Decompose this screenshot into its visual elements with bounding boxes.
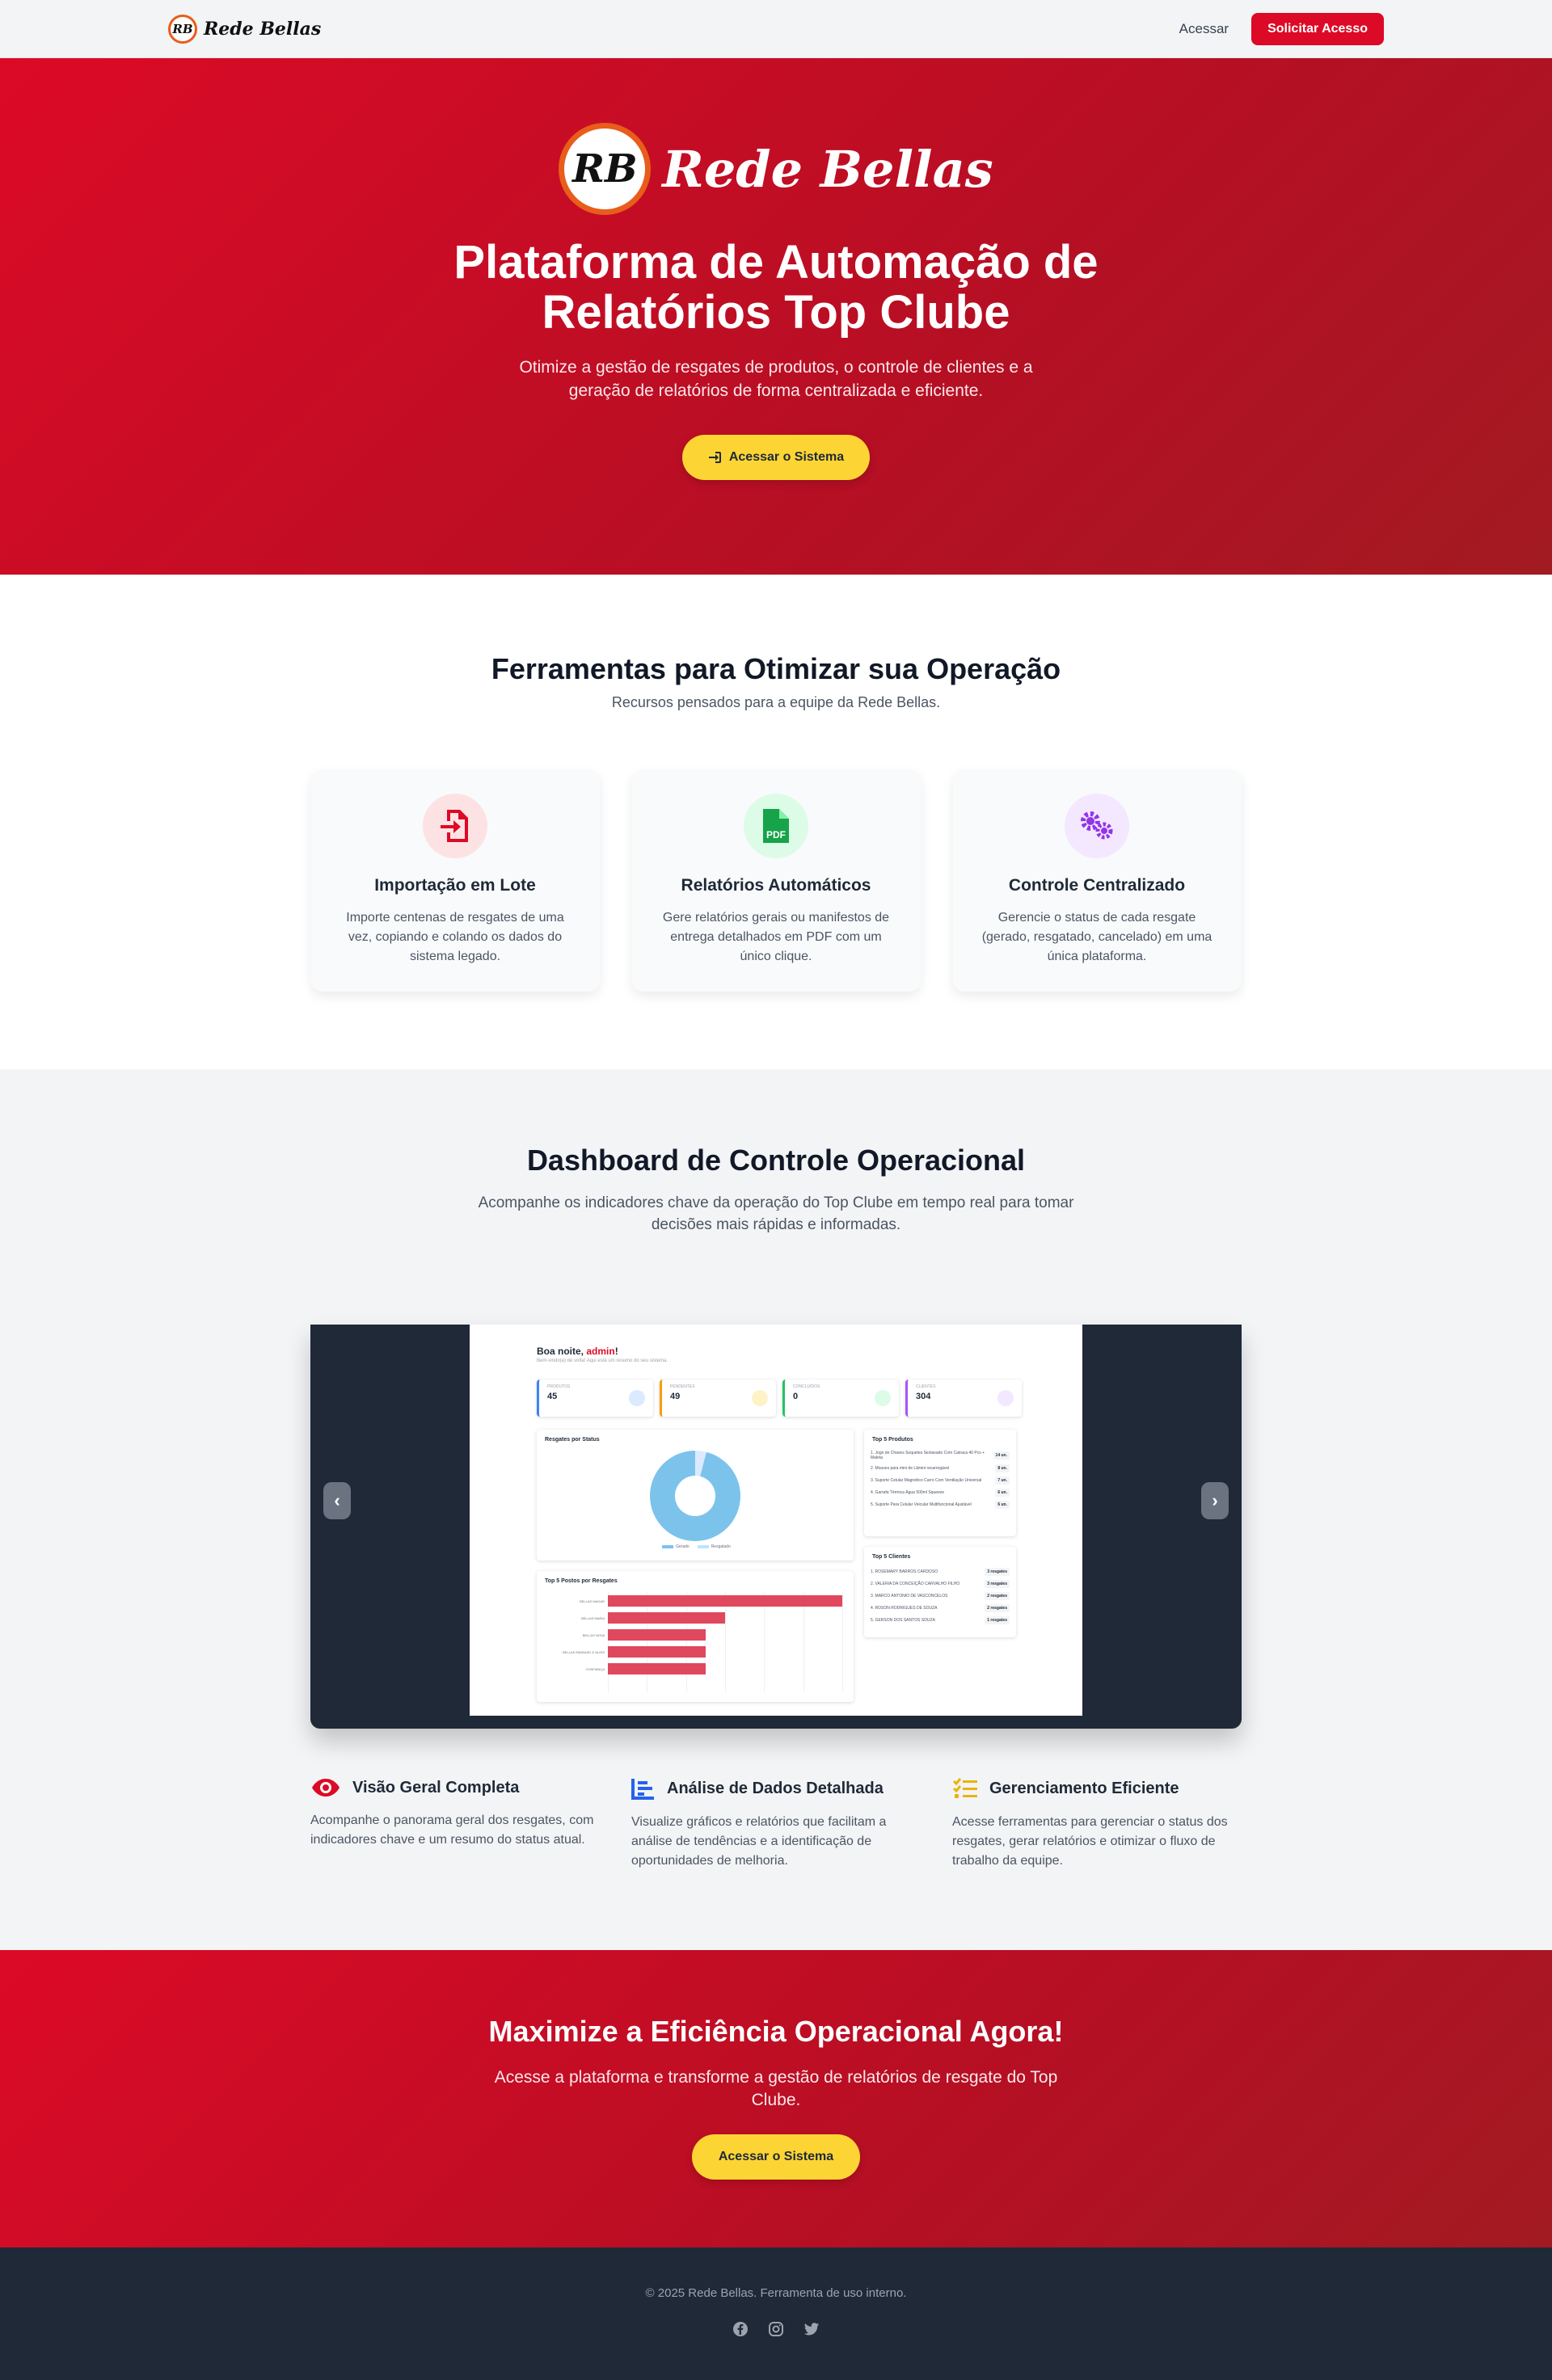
feature-cards: Importação em Lote Importe centenas de r… [310,769,1242,992]
chart-category-label: BELLAS MARIA [581,1616,605,1620]
logo-badge: RB [168,14,197,44]
chart-bar [608,1646,706,1658]
chart-gridline [685,1592,687,1692]
chart-bar [608,1612,725,1624]
hero-logo: RB Rede Bellas [559,123,993,215]
chart-bar [608,1595,842,1607]
features-subtitle: Recursos pensados para a equipe da Rede … [611,694,941,710]
hero-subtitle: Otimize a gestão de resgates de produtos… [519,358,1033,400]
dashboard-screenshot: Boa noite, admin! Bem-vindo(a) de volta!… [470,1325,1082,1716]
footer-copyright: © 2025 Rede Bellas. Ferramenta de uso in… [645,2286,907,2300]
chart-category-label: BELLAS NOVA [582,1633,605,1637]
carousel-prev-button[interactable]: ‹ [323,1482,351,1519]
box-icon [629,1390,645,1406]
chart-bar [608,1629,706,1641]
donut-legend: Gerado Resgatado [662,1544,731,1549]
login-link[interactable]: Acessar [1179,21,1229,37]
mock-stat-pending: PENDENTES 49 [660,1380,776,1417]
footer: © 2025 Rede Bellas. Ferramenta de uso in… [0,2247,1552,2380]
feature-card-reports: PDF Relatórios Automáticos Gere relatóri… [631,769,921,992]
mock-stat-cards: PRODUTOS 45 PENDENTES 49 CONCLUÍDOS 0 CL… [537,1380,1022,1417]
mock-greeting: Boa noite, admin! [537,1346,618,1357]
mock-greeting-sub: Bem-vindo(a) de volta! Aqui está um resu… [537,1358,668,1363]
brand-name: Rede Bellas [204,18,322,40]
donut-chart [650,1451,740,1541]
feature-card-text: Gerencie o status de cada resgate (gerad… [981,911,1212,963]
sign-in-icon [708,452,721,463]
chart-category-label: CONFIANÇA [585,1667,605,1671]
cta-access-button[interactable]: Acessar o Sistema [692,2134,860,2180]
dashboard-carousel: Boa noite, admin! Bem-vindo(a) de volta!… [310,1325,1242,1729]
chart-gridline [725,1592,726,1692]
cta-section: Maximize a Eficiência Operacional Agora!… [0,1950,1552,2247]
chart-bar [608,1663,706,1674]
twitter-icon[interactable] [803,2321,820,2337]
dashboard-highlights: Visão Geral Completa Acompanhe o panoram… [310,1777,1242,1871]
list-check-icon [952,1778,977,1798]
facebook-icon[interactable] [732,2321,749,2337]
file-pdf-icon: PDF [744,794,808,858]
hero-brand-name: Rede Bellas [662,139,993,199]
hero-title: Plataforma de Automação de Relatórios To… [453,236,1099,339]
highlight-analysis: Análise de Dados Detalhada Visualize grá… [631,1777,920,1871]
dashboard-subtitle: Acompanhe os indicadores chave da operaç… [478,1194,1074,1233]
gears-icon [1065,794,1129,858]
feature-card-import: Importação em Lote Importe centenas de r… [310,769,600,992]
mock-status-chart: Resgates por Status Gerado Resgatado [537,1430,854,1561]
chart-gridline [842,1592,843,1692]
hero-section: RB Rede Bellas Plataforma de Automação d… [0,58,1552,575]
feature-card-title: Importação em Lote [374,876,536,895]
chart-bar-icon [631,1779,654,1800]
features-section: Ferramentas para Otimizar sua Operação R… [0,575,1552,1069]
feature-card-title: Relatórios Automáticos [681,876,871,895]
file-import-icon [423,794,487,858]
feature-card-text: Importe centenas de resgates de uma vez,… [346,911,564,963]
cta-title: Maximize a Eficiência Operacional Agora! [488,2015,1064,2048]
carousel-next-button[interactable]: › [1201,1482,1229,1519]
chart-category-label: BELLAS EMANUEL E ALOIS [563,1650,605,1654]
mock-stores-chart: Top 5 Postos por Resgates BELLAS MAGAR BE… [537,1571,854,1702]
hero-access-label: Acessar o Sistema [728,450,845,464]
instagram-icon[interactable] [768,2321,784,2337]
chart-gridline [764,1592,765,1692]
brand-logo[interactable]: RB Rede Bellas [168,14,322,44]
svg-text:PDF: PDF [766,829,786,840]
features-title: Ferramentas para Otimizar sua Operação [491,652,1061,685]
check-icon [875,1390,891,1406]
feature-card-control: Controle Centralizado Gerencie o status … [952,769,1242,992]
chart-gridline [803,1592,804,1692]
social-links [0,2321,1552,2337]
hero-logo-badge: RB [559,123,652,215]
cta-subtitle: Acesse a plataforma e transforme a gestã… [494,2068,1058,2109]
mock-top-clients: Top 5 Clientes 1. ROSEMARY BARROS CARDOS… [864,1547,1016,1637]
request-access-button[interactable]: Solicitar Acesso [1251,12,1384,45]
mock-stat-products: PRODUTOS 45 [537,1380,653,1417]
top-navbar: RB Rede Bellas Acessar Solicitar Acesso [0,0,1552,58]
chart-gridline [608,1592,609,1692]
eye-icon [312,1779,340,1797]
hero-access-button[interactable]: Acessar o Sistema [681,435,871,480]
mock-stat-clients: CLIENTES 304 [905,1380,1022,1417]
chart-category-label: BELLAS MAGAR [580,1599,605,1603]
feature-card-text: Gere relatórios gerais ou manifestos de … [662,911,890,963]
dashboard-title: Dashboard de Controle Operacional [526,1144,1026,1177]
highlight-overview: Visão Geral Completa Acompanhe o panoram… [310,1778,594,1847]
feature-card-title: Controle Centralizado [1008,876,1186,895]
hourglass-icon [752,1390,768,1406]
dashboard-section: Dashboard de Controle Operacional Acompa… [0,1069,1552,1950]
mock-stat-done: CONCLUÍDOS 0 [782,1380,899,1417]
users-icon [997,1390,1014,1406]
mock-top-products: Top 5 Produtos 1. Jogo de Chaves Soquete… [864,1430,1016,1536]
highlight-management: Gerenciamento Eficiente Acesse ferrament… [952,1777,1241,1871]
